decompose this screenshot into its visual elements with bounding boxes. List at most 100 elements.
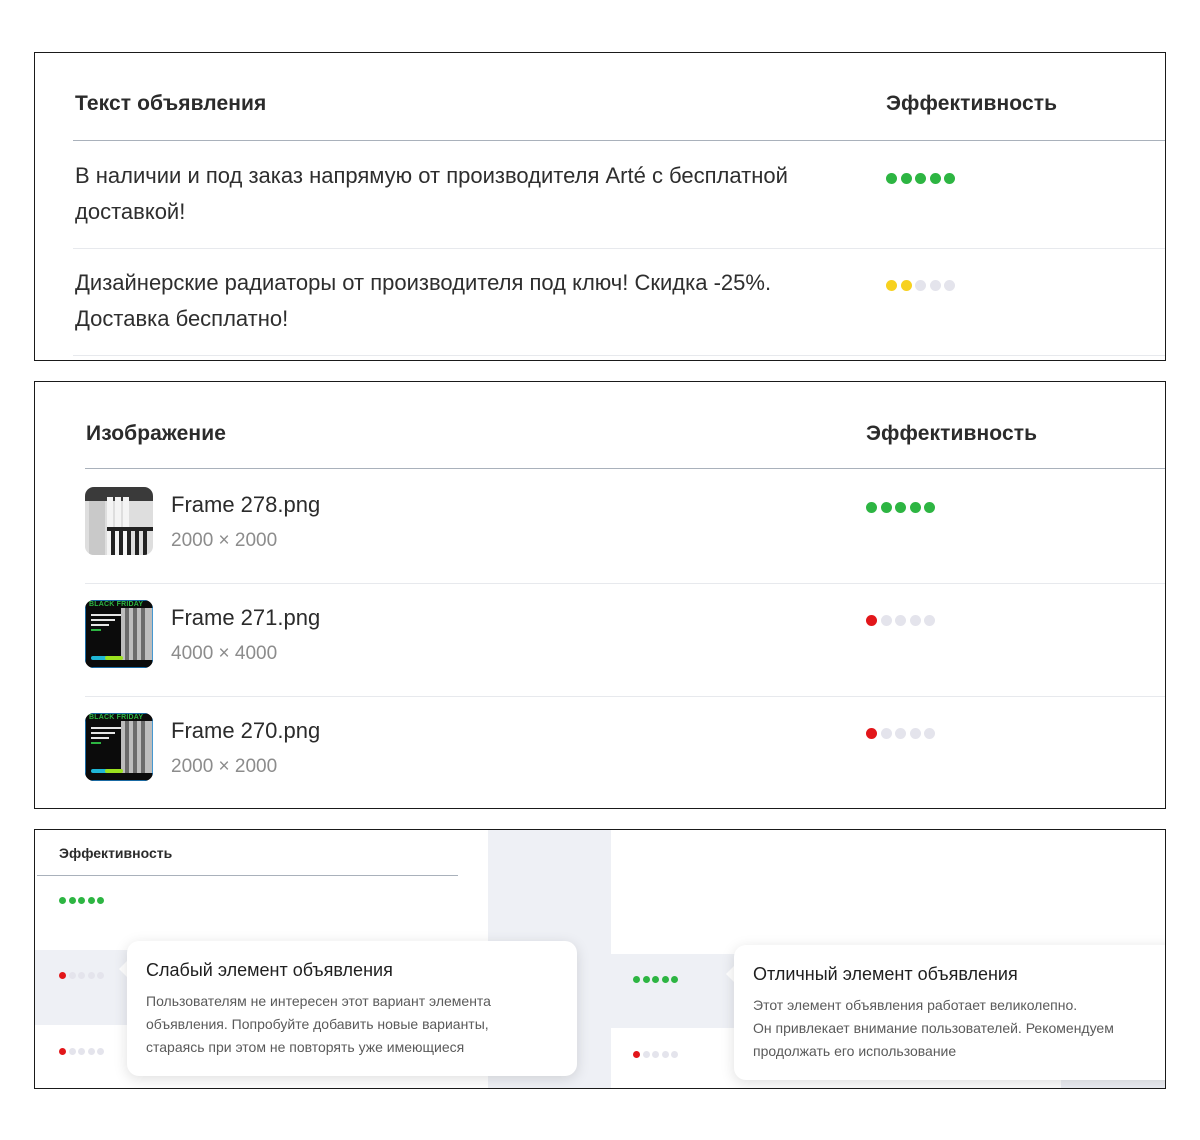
image-file-name: Frame 271.png [171, 605, 321, 630]
rating-dot [924, 615, 935, 626]
effectiveness-rating[interactable] [633, 1051, 681, 1058]
rating-dot [880, 502, 892, 513]
table-scroll-gutter [591, 830, 611, 1088]
effectiveness-rating [886, 173, 959, 184]
rating-dot [886, 280, 897, 291]
thumbnail-caption: BLACK FRIDAY [89, 601, 144, 608]
image-dimensions: 2000 × 2000 [171, 530, 278, 551]
black-friday-banner-thumbnail-icon: BLACK FRIDAY [85, 713, 153, 781]
tooltip-text: продолжать его использование [753, 1043, 957, 1059]
rating-dot [68, 1048, 76, 1055]
image-dimensions: 4000 × 4000 [171, 643, 278, 664]
tooltip-title: Слабый элемент объявления [146, 960, 393, 980]
row-divider [73, 355, 1165, 356]
weak-element-tooltip: Слабый элемент объявления Пользователям … [127, 941, 577, 1076]
ad-text-line: доставкой! [75, 199, 186, 224]
effectiveness-rating[interactable] [59, 972, 107, 979]
rating-dot [642, 1051, 650, 1058]
rating-dot [671, 976, 678, 983]
rating-dot [652, 1051, 659, 1058]
column-header-ad-text: Текст объявления [75, 92, 267, 115]
tooltip-text: стараясь при этом не повторять уже имеющ… [146, 1039, 465, 1055]
rating-dot [87, 1048, 95, 1055]
great-element-tooltip: Отличный элемент объявления Этот элемент… [734, 945, 1165, 1080]
rating-dot [633, 976, 640, 983]
header-divider [37, 875, 458, 876]
rating-dot [880, 728, 892, 739]
column-header-effectiveness: Эффективность [886, 92, 1058, 115]
header-divider [85, 468, 1165, 469]
rating-dot [652, 976, 659, 983]
table-row[interactable]: BLACK FRIDAY Frame 270.png 2000 × 2000 [85, 708, 1165, 808]
tooltip-title: Отличный элемент объявления [753, 964, 1018, 984]
rating-dot [78, 972, 85, 979]
rating-dot [886, 173, 897, 184]
effectiveness-tooltip-examples: Эффективность Слабый элемент объявления … [34, 829, 1166, 1089]
rating-dot [866, 502, 877, 513]
rating-dot [924, 502, 935, 513]
thumbnail-caption: BLACK FRIDAY [89, 714, 144, 721]
column-header-effectiveness: Эффективность [59, 845, 173, 861]
rating-dot [78, 897, 85, 904]
weak-element-example: Эффективность Слабый элемент объявления … [35, 830, 591, 1088]
rating-dot [866, 728, 877, 739]
effectiveness-rating [866, 728, 939, 739]
rating-dot [97, 1048, 104, 1055]
rating-dot [68, 897, 76, 904]
rating-dot [866, 615, 877, 626]
effectiveness-rating[interactable] [633, 976, 681, 983]
column-header-effectiveness: Эффективность [866, 422, 1038, 445]
great-element-example: Отличный элемент объявления Этот элемент… [591, 830, 1165, 1088]
rating-dot [87, 972, 95, 979]
image-performance-table: Изображение Эффективность Frame 278.png … [34, 381, 1166, 809]
rating-dot [900, 280, 912, 291]
rating-dot [944, 173, 955, 184]
rating-dot [68, 972, 76, 979]
rating-dot [915, 280, 926, 291]
tooltip-text: Он привлекает внимание пользователей. Ре… [753, 1020, 1114, 1036]
effectiveness-rating [866, 502, 939, 513]
header-divider [73, 140, 1165, 141]
ad-text-performance-table: Текст объявления Эффективность В наличии… [34, 52, 1166, 361]
table-row[interactable]: Дизайнерские радиаторы от производителя … [73, 265, 1165, 355]
radiator-photo-thumbnail-icon [85, 487, 153, 555]
rating-dot [97, 972, 104, 979]
rating-dot [880, 615, 892, 626]
ad-text-line: Доставка бесплатно! [75, 306, 289, 331]
row-divider [85, 696, 1165, 697]
image-file-name: Frame 278.png [171, 492, 321, 517]
effectiveness-rating[interactable] [59, 1048, 107, 1055]
rating-dot [78, 1048, 85, 1055]
rating-dot [671, 1051, 678, 1058]
tooltip-text: Пользователям не интересен этот вариант … [146, 993, 491, 1009]
effectiveness-rating [886, 280, 959, 291]
row-divider [85, 583, 1165, 584]
rating-dot [895, 615, 906, 626]
black-friday-banner-thumbnail-icon: BLACK FRIDAY [85, 600, 153, 668]
column-header-image: Изображение [86, 422, 226, 445]
ad-text-line: Дизайнерские радиаторы от производителя … [75, 270, 772, 295]
rating-dot [895, 502, 906, 513]
tooltip-text: объявления. Попробуйте добавить новые ва… [146, 1016, 489, 1032]
rating-dot [97, 897, 104, 904]
effectiveness-rating [866, 615, 939, 626]
image-dimensions: 2000 × 2000 [171, 756, 278, 777]
table-row[interactable]: Frame 278.png 2000 × 2000 [85, 482, 1165, 582]
rating-dot [59, 972, 66, 979]
rating-dot [944, 280, 955, 291]
effectiveness-rating[interactable] [59, 897, 107, 904]
rating-dot [909, 728, 921, 739]
rating-dot [929, 280, 941, 291]
rating-dot [915, 173, 926, 184]
rating-dot [87, 897, 95, 904]
tooltip-text: Этот элемент объявления работает великол… [753, 997, 1078, 1013]
row-divider [73, 248, 1165, 249]
rating-dot [909, 502, 921, 513]
table-row[interactable]: BLACK FRIDAY Frame 271.png 4000 × 4000 [85, 595, 1165, 695]
table-row[interactable]: В наличии и под заказ напрямую от произв… [73, 158, 1165, 248]
rating-dot [633, 1051, 640, 1058]
rating-dot [661, 1051, 669, 1058]
rating-dot [59, 1048, 66, 1055]
image-file-name: Frame 270.png [171, 718, 321, 743]
rating-dot [642, 976, 650, 983]
